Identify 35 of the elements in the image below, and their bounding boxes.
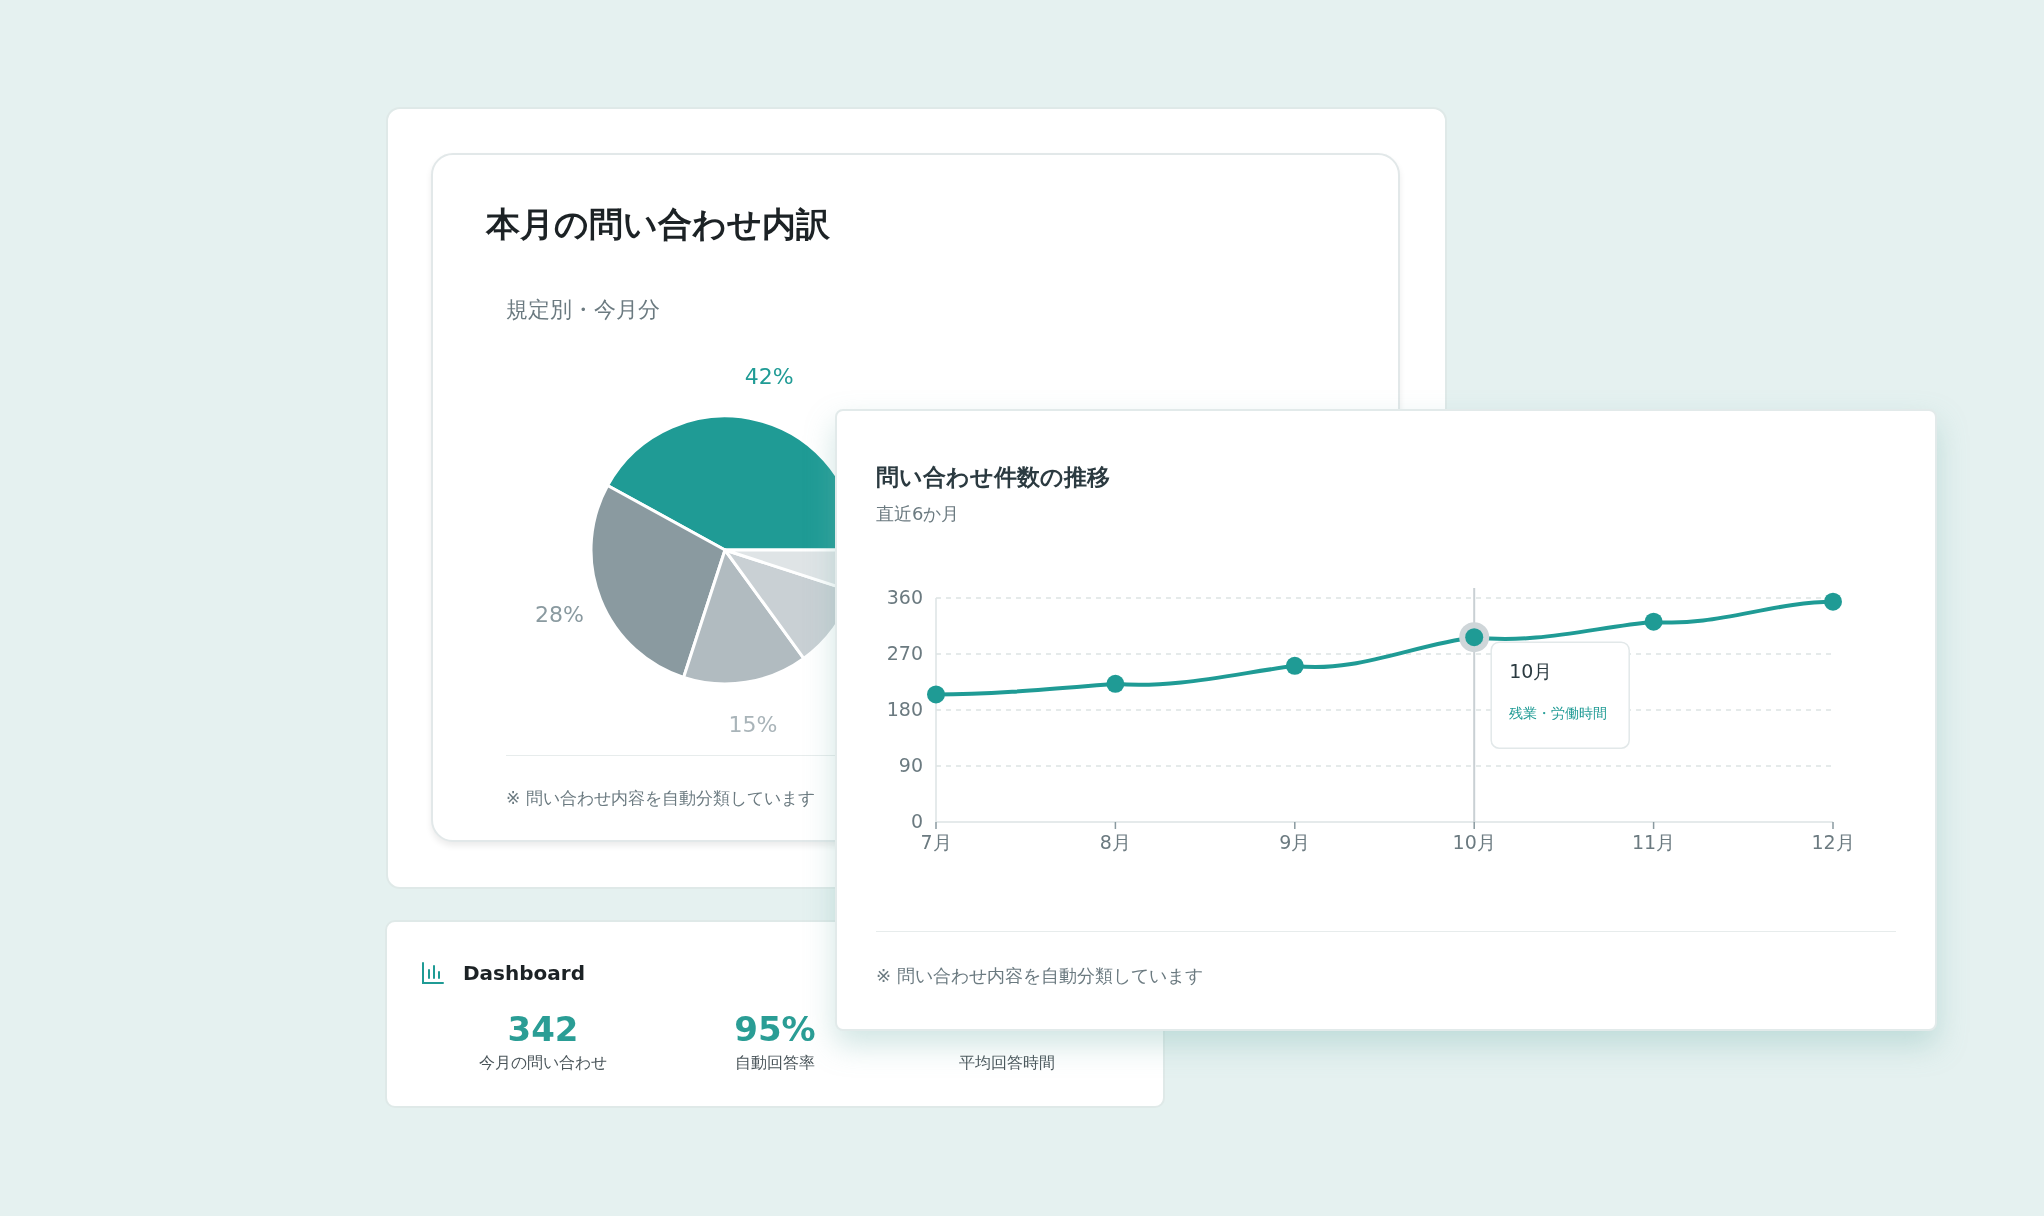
data-point[interactable] bbox=[1285, 656, 1304, 675]
slice-percentage: 15% bbox=[728, 711, 778, 737]
x-axis-label: 7月 bbox=[920, 830, 952, 853]
card-subtitle: 直近6か月 bbox=[876, 505, 960, 523]
card-subtitle: 規定別・今月分 bbox=[506, 299, 660, 321]
bar-chart-icon bbox=[421, 961, 445, 985]
x-axis-label: 12月 bbox=[1811, 830, 1855, 853]
footnote: ※ 問い合わせ内容を自動分類しています bbox=[876, 964, 1203, 988]
stat-label: 自動回答率 bbox=[735, 1051, 815, 1074]
card-title: 問い合わせ件数の推移 bbox=[876, 466, 1110, 489]
tooltip-month: 10月 bbox=[1509, 659, 1553, 682]
x-axis-label: 11月 bbox=[1632, 830, 1676, 853]
data-point[interactable] bbox=[927, 685, 945, 704]
card-title: 本月の問い合わせ内訳 bbox=[486, 207, 831, 241]
y-axis-label: 270 bbox=[886, 641, 923, 664]
footnote: ※ 問い合わせ内容を自動分類しています bbox=[506, 787, 815, 810]
x-axis-label: 8月 bbox=[1099, 830, 1131, 853]
tooltip-category: 残業・労働時間 bbox=[1509, 705, 1608, 722]
data-point[interactable] bbox=[1106, 674, 1125, 693]
stat-value: 95% bbox=[734, 1008, 816, 1051]
data-point[interactable] bbox=[1644, 612, 1663, 631]
dashboard-title: Dashboard bbox=[463, 960, 585, 987]
data-point[interactable] bbox=[1824, 592, 1842, 611]
slice-percentage: 42% bbox=[744, 363, 794, 389]
stat-label: 平均回答時間 bbox=[959, 1052, 1055, 1074]
stat-value: 342 bbox=[507, 1008, 579, 1051]
y-axis-label: 90 bbox=[898, 753, 923, 776]
x-axis-label: 9月 bbox=[1279, 830, 1311, 853]
data-point[interactable] bbox=[1459, 622, 1490, 653]
x-axis-label: 10月 bbox=[1452, 830, 1496, 853]
slice-percentage: 28% bbox=[535, 601, 584, 627]
y-axis-label: 180 bbox=[886, 697, 923, 720]
stat-label: 今月の問い合わせ bbox=[479, 1051, 607, 1074]
y-axis-label: 360 bbox=[886, 585, 923, 608]
y-axis-label: 0 bbox=[910, 809, 923, 832]
